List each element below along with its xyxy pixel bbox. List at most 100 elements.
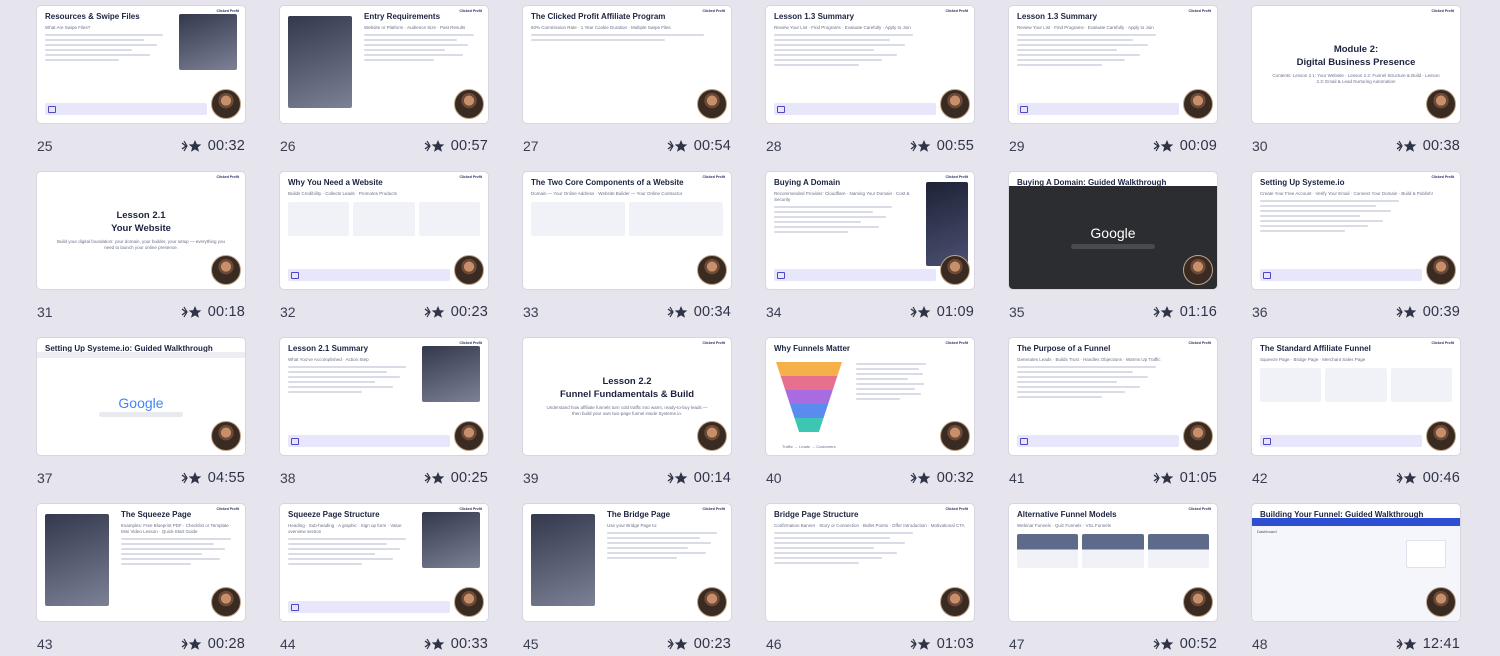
slide-thumbnail[interactable]: Setting Up Systeme.io Create Your Free Ac… [1252, 172, 1460, 289]
slide-tile[interactable]: Setting Up Systeme.io Create Your Free Ac… [1252, 172, 1460, 338]
slide-subtitle: Recommended Provider: Cloudflare · Namin… [774, 191, 910, 203]
callout-note [1260, 435, 1422, 447]
slide-tile[interactable]: The Purpose of a Funnel Generates Leads ·… [1009, 338, 1217, 504]
presenter-avatar [211, 587, 241, 617]
slide-thumbnail[interactable]: Lesson 1.3 Summary Review Your List · Fin… [1009, 6, 1217, 123]
text-line [45, 34, 163, 37]
slide-thumbnail[interactable]: The Bridge Page Use your Bridge Page to: C… [523, 504, 731, 621]
scissors-star-icon[interactable] [910, 139, 932, 153]
slide-thumbnail[interactable]: The Purpose of a Funnel Generates Leads ·… [1009, 338, 1217, 455]
slide-thumbnail[interactable]: Why Funnels Matter Traffic → Leads → Cust… [766, 338, 974, 455]
slide-tile[interactable]: Lesson 2.2 Funnel Fundamentals & Build Un… [523, 338, 731, 504]
slide-thumbnail[interactable]: Resources & Swipe Files What Are Swipe Fi… [37, 6, 245, 123]
slide-tile[interactable]: The Two Core Components of a Website Doma… [523, 172, 731, 338]
scissors-star-icon[interactable] [424, 305, 446, 319]
slide-tile[interactable]: Lesson 2.1 Your Website Build your digita… [37, 172, 245, 338]
slide-thumbnail[interactable]: Lesson 2.1 Summary What You've Accomplish… [280, 338, 488, 455]
scissors-star-icon[interactable] [1153, 471, 1175, 485]
callout-note [288, 269, 450, 281]
slide-thumbnail[interactable]: Lesson 2.2 Funnel Fundamentals & Build Un… [523, 338, 731, 455]
scissors-star-icon[interactable] [1396, 637, 1418, 651]
slide-thumbnail[interactable]: Buying A Domain Recommended Provider: Clo… [766, 172, 974, 289]
slide-tile[interactable]: Setting Up Systeme.io: Guided Walkthroug… [37, 338, 245, 504]
slide-thumbnail[interactable]: Why You Need a Website Builds Credibility… [280, 172, 488, 289]
slide-tile[interactable]: Lesson 1.3 Summary Review Your List · Fin… [766, 6, 974, 172]
slide-tile[interactable]: Entry Requirements Website or Platform · … [280, 6, 488, 172]
scissors-star-icon[interactable] [1153, 637, 1175, 651]
scissors-star-icon[interactable] [424, 139, 446, 153]
scissors-star-icon[interactable] [1396, 471, 1418, 485]
scissors-star-icon[interactable] [181, 139, 203, 153]
scissors-star-icon[interactable] [181, 471, 203, 485]
slide-thumbnail[interactable]: Building Your Funnel: Guided Walkthrough… [1252, 504, 1460, 621]
scissors-star-icon[interactable] [181, 637, 203, 651]
scissors-star-icon[interactable] [910, 637, 932, 651]
text-line [1260, 230, 1345, 233]
text-line [1017, 396, 1102, 399]
scissors-star-icon[interactable] [667, 305, 689, 319]
slide-title: Setting Up Systeme.io [1260, 178, 1345, 187]
slide-tile[interactable]: The Squeeze Page Examples: Free Blueprint… [37, 504, 245, 656]
scissors-star-icon[interactable] [667, 139, 689, 153]
slide-number: 39 [523, 470, 539, 486]
scissors-star-icon[interactable] [910, 471, 932, 485]
scissors-star-icon[interactable] [667, 471, 689, 485]
slide-thumbnail[interactable]: Setting Up Systeme.io: Guided Walkthroug… [37, 338, 245, 455]
slide-tile[interactable]: The Standard Affiliate Funnel Squeeze Pag… [1252, 338, 1460, 504]
slide-grid: Resources & Swipe Files What Are Swipe Fi… [37, 6, 1460, 656]
slide-tile[interactable]: Bridge Page Structure Confirmation Banner… [766, 504, 974, 656]
scissors-star-icon[interactable] [1153, 139, 1175, 153]
slide-tile[interactable]: Buying A Domain Recommended Provider: Clo… [766, 172, 974, 338]
scissors-star-icon[interactable] [424, 637, 446, 651]
slide-tile[interactable]: Lesson 2.1 Summary What You've Accomplish… [280, 338, 488, 504]
scissors-star-icon[interactable] [1153, 305, 1175, 319]
scissors-star-icon[interactable] [1396, 139, 1418, 153]
slide-center: Lesson 2.1 Your Website Build your digita… [45, 178, 237, 283]
scissors-star-icon[interactable] [424, 471, 446, 485]
slide-number: 48 [1252, 636, 1268, 652]
slide-content: The Bridge Page Use your Bridge Page to: C… [523, 504, 731, 621]
tile-meta: 40 00:32 [766, 468, 974, 488]
tile-controls: 00:39 [1396, 304, 1460, 320]
text-line [364, 59, 434, 62]
slide-thumbnail[interactable]: Lesson 1.3 Summary Review Your List · Fin… [766, 6, 974, 123]
text-line [288, 381, 375, 384]
slide-thumbnail[interactable]: Entry Requirements Website or Platform · … [280, 6, 488, 123]
slide-tile[interactable]: Why Funnels Matter Traffic → Leads → Cust… [766, 338, 974, 504]
slide-tile[interactable]: Module 2: Digital Business Presence Conte… [1252, 6, 1460, 172]
slide-content: Entry Requirements Website or Platform · … [280, 6, 488, 123]
text-line [1017, 376, 1148, 379]
slide-tile[interactable]: Alternative Funnel Models Webinar Funnels… [1009, 504, 1217, 656]
slide-thumbnail[interactable]: The Two Core Components of a Website Doma… [523, 172, 731, 289]
slide-tile[interactable]: Buying A Domain: Guided Walkthrough Googl… [1009, 172, 1217, 338]
tile-controls: 00:46 [1396, 470, 1460, 486]
scissors-star-icon[interactable] [181, 305, 203, 319]
slide-thumbnail[interactable]: The Clicked Profit Affiliate Program 50% … [523, 6, 731, 123]
slide-tile[interactable]: The Clicked Profit Affiliate Program 50% … [523, 6, 731, 172]
scissors-star-icon[interactable] [1396, 305, 1418, 319]
scissors-star-icon[interactable] [910, 305, 932, 319]
slide-thumbnail[interactable]: Module 2: Digital Business Presence Conte… [1252, 6, 1460, 123]
slide-thumbnail[interactable]: Bridge Page Structure Confirmation Banner… [766, 504, 974, 621]
slide-tile[interactable]: Lesson 1.3 Summary Review Your List · Fin… [1009, 6, 1217, 172]
slide-thumbnail[interactable]: The Standard Affiliate Funnel Squeeze Pag… [1252, 338, 1460, 455]
slide-tile[interactable]: Building Your Funnel: Guided Walkthrough… [1252, 504, 1460, 656]
text-block [774, 34, 928, 67]
tile-meta: 36 00:39 [1252, 302, 1460, 322]
slide-thumbnail[interactable]: Lesson 2.1 Your Website Build your digita… [37, 172, 245, 289]
slide-tile[interactable]: The Bridge Page Use your Bridge Page to: C… [523, 504, 731, 656]
text-line [121, 537, 232, 540]
slide-thumbnail[interactable]: Squeeze Page Structure Heading · Sub-head… [280, 504, 488, 621]
text-line [121, 542, 214, 545]
scissors-star-icon[interactable] [667, 637, 689, 651]
slide-tile[interactable]: Squeeze Page Structure Heading · Sub-head… [280, 504, 488, 656]
slide-content: The Squeeze Page Examples: Free Blueprint… [37, 504, 245, 621]
slide-tile[interactable]: Resources & Swipe Files What Are Swipe Fi… [37, 6, 245, 172]
text-line [1017, 44, 1148, 47]
slide-thumbnail[interactable]: The Squeeze Page Examples: Free Blueprint… [37, 504, 245, 621]
slide-tile[interactable]: Why You Need a Website Builds Credibility… [280, 172, 488, 338]
slide-thumbnail[interactable]: Buying A Domain: Guided Walkthrough Googl… [1009, 172, 1217, 289]
slide-number: 47 [1009, 636, 1025, 652]
slide-thumbnail[interactable]: Alternative Funnel Models Webinar Funnels… [1009, 504, 1217, 621]
slide-duration: 00:34 [693, 304, 731, 320]
